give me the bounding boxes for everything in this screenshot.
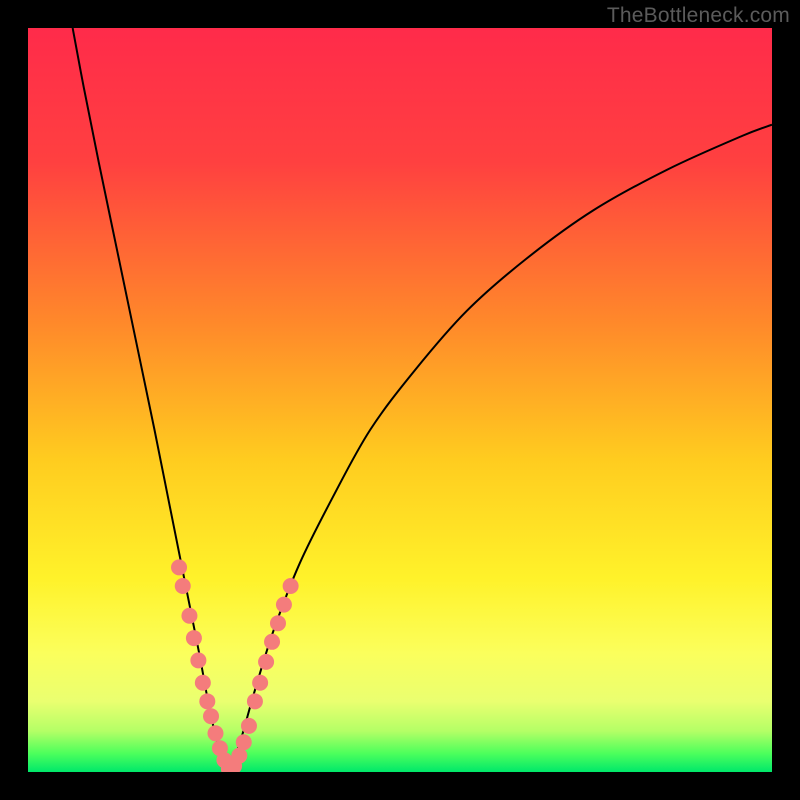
bottleneck-curve-right (229, 125, 772, 772)
scatter-point (241, 718, 257, 734)
scatter-point (181, 608, 197, 624)
scatter-point (247, 693, 263, 709)
scatter-point (199, 693, 215, 709)
scatter-point (207, 725, 223, 741)
scatter-point (264, 634, 280, 650)
scatter-point (276, 597, 292, 613)
chart-svg (28, 28, 772, 772)
scatter-point (258, 654, 274, 670)
scatter-point (252, 675, 268, 691)
scatter-point (195, 675, 211, 691)
scatter-point (283, 578, 299, 594)
scatter-point (203, 708, 219, 724)
scatter-point (171, 559, 187, 575)
scatter-points (171, 559, 299, 772)
scatter-point (186, 630, 202, 646)
scatter-point (236, 734, 252, 750)
scatter-point (270, 615, 286, 631)
watermark-text: TheBottleneck.com (607, 4, 790, 28)
scatter-point (190, 652, 206, 668)
plot-area (28, 28, 772, 772)
chart-frame: TheBottleneck.com (0, 0, 800, 800)
scatter-point (175, 578, 191, 594)
